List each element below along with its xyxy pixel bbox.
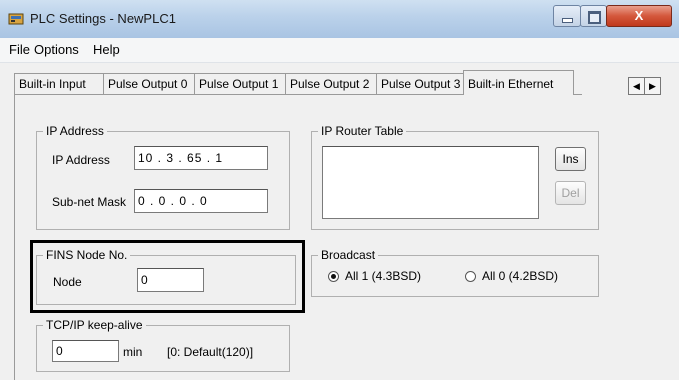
ip-address-field[interactable]: 10 . 3 . 65 . 1 [134, 146, 268, 170]
tab-pulse-output-0[interactable]: Pulse Output 0 [103, 73, 198, 94]
keepalive-unit: min [123, 345, 143, 359]
close-icon: X [634, 8, 644, 23]
tab-built-in-ethernet[interactable]: Built-in Ethernet [463, 70, 574, 95]
broadcast-all0-radio[interactable] [465, 271, 476, 282]
ip-address-group-title: IP Address [43, 124, 107, 138]
menu-help[interactable]: Help [93, 42, 120, 57]
title-bar: PLC Settings - NewPLC1 X [0, 0, 679, 39]
tab-pulse-output-1[interactable]: Pulse Output 1 [194, 73, 289, 94]
tab-scroll-right-icon[interactable]: ▶ [644, 77, 661, 95]
ip-router-table-group-title: IP Router Table [318, 124, 407, 138]
tab-pulse-output-3[interactable]: Pulse Output 3 [376, 73, 471, 94]
subnet-mask-label: Sub-net Mask [52, 195, 127, 209]
tab-built-in-input[interactable]: Built-in Input [14, 73, 108, 94]
broadcast-all0-label[interactable]: All 0 (4.2BSD) [482, 269, 558, 283]
broadcast-all1-label[interactable]: All 1 (4.3BSD) [345, 269, 421, 283]
del-button[interactable]: Del [555, 181, 586, 205]
keepalive-hint: [0: Default(120)] [167, 345, 254, 359]
broadcast-all1-radio[interactable] [328, 271, 339, 282]
maximize-icon [588, 11, 601, 24]
app-icon [8, 12, 24, 26]
window-title: PLC Settings - NewPLC1 [30, 11, 176, 26]
menu-file[interactable]: File [9, 42, 30, 57]
ip-router-table-list[interactable] [322, 146, 539, 219]
ip-address-label: IP Address [52, 153, 110, 167]
broadcast-group-title: Broadcast [318, 248, 379, 262]
tab-scroll-left-icon[interactable]: ◀ [628, 77, 645, 95]
keepalive-field[interactable]: 0 [52, 340, 119, 362]
close-button[interactable]: X [606, 5, 672, 27]
ins-button[interactable]: Ins [555, 147, 586, 171]
radio-selected-icon [331, 274, 336, 279]
menu-options[interactable]: Options [34, 42, 79, 57]
tcpip-keepalive-group-title: TCP/IP keep-alive [43, 318, 146, 332]
minimize-button[interactable] [553, 5, 581, 27]
minimize-icon [562, 18, 573, 23]
highlight-box [30, 240, 305, 313]
tab-pulse-output-2[interactable]: Pulse Output 2 [285, 73, 380, 94]
subnet-mask-field[interactable]: 0 . 0 . 0 . 0 [134, 189, 268, 213]
maximize-button[interactable] [580, 5, 607, 27]
